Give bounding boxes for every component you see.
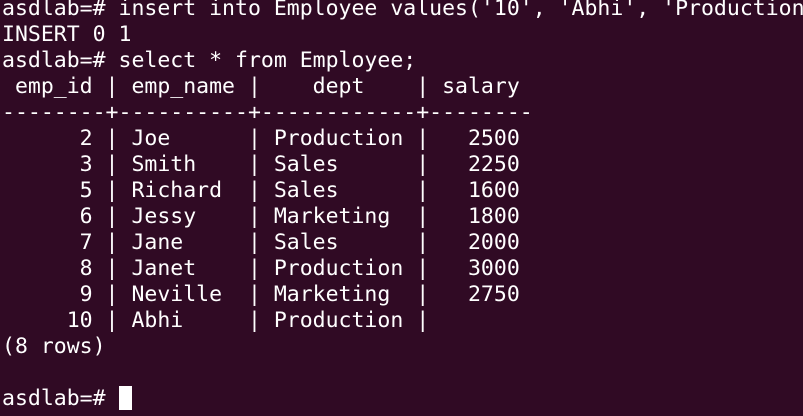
table-row: 5 | Richard | Sales | 1600 — [2, 178, 520, 203]
table-row: 2 | Joe | Production | 2500 — [2, 126, 520, 151]
terminal-prompt-line[interactable]: asdlab=# — [2, 386, 132, 412]
terminal-line-select-command: asdlab=# select * from Employee; — [2, 48, 417, 73]
terminal-line-insert-result: INSERT 0 1 — [2, 22, 132, 47]
table-header-row: emp_id | emp_name | dept | salary — [2, 74, 520, 99]
terminal-line-insert-command: asdlab=# insert into Employee values('10… — [2, 0, 803, 21]
table-row: 7 | Jane | Sales | 2000 — [2, 230, 520, 255]
text-cursor — [118, 386, 132, 410]
table-separator: --------+----------+------------+-------… — [2, 100, 533, 125]
table-row: 10 | Abhi | Production | — [2, 308, 430, 333]
row-count-footer: (8 rows) — [2, 334, 106, 359]
table-row: 9 | Neville | Marketing | 2750 — [2, 282, 520, 307]
prompt-text: asdlab=# — [2, 386, 119, 411]
table-row: 3 | Smith | Sales | 2250 — [2, 152, 520, 177]
table-row: 6 | Jessy | Marketing | 1800 — [2, 204, 520, 229]
table-row: 8 | Janet | Production | 3000 — [2, 256, 520, 281]
terminal-window[interactable]: asdlab=# insert into Employee values('10… — [0, 0, 803, 416]
